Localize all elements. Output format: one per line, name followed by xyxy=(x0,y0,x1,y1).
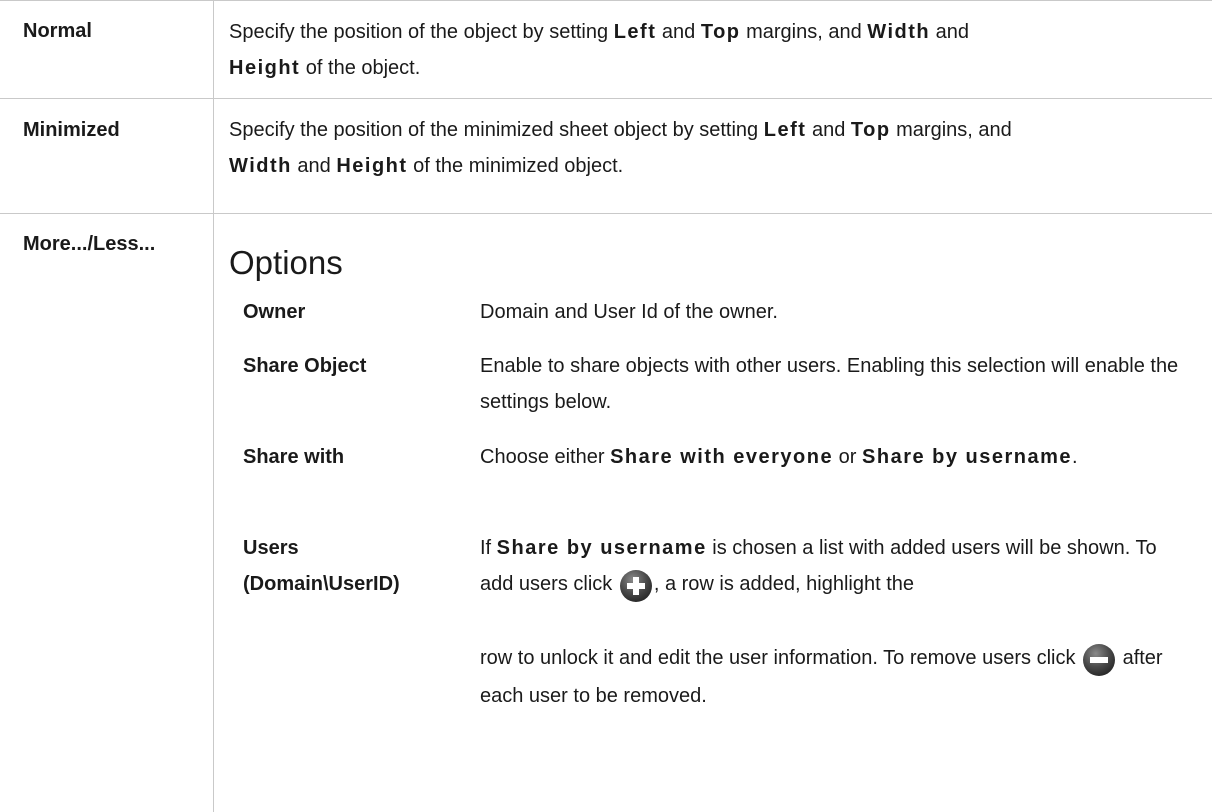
column-divider xyxy=(213,0,214,812)
add-circle-icon xyxy=(618,568,654,604)
option-desc-share-object: Enable to share objects with other users… xyxy=(480,355,1179,413)
keyword-width: Width xyxy=(867,21,931,43)
keyword-share-by-username: Share by username xyxy=(496,537,707,559)
row-label-more-less: More.../Less... xyxy=(23,233,156,255)
option-desc-owner: Domain and User Id of the owner. xyxy=(480,301,778,323)
keyword-share-with-everyone: Share with everyone xyxy=(610,446,834,468)
options-heading: Options xyxy=(229,244,343,281)
keyword-left: Left xyxy=(613,21,657,43)
keyword-top: Top xyxy=(850,119,891,141)
desc-text: of the object. xyxy=(300,57,421,79)
option-label-line: (Domain\UserID) xyxy=(243,573,400,595)
row-divider xyxy=(0,213,1212,214)
desc-text: and xyxy=(656,21,701,43)
desc-text: Specify the position of the object by se… xyxy=(229,21,614,43)
row-label-normal: Normal xyxy=(23,20,92,42)
desc-text: and xyxy=(806,119,851,141)
row-divider xyxy=(0,98,1212,99)
desc-text: and xyxy=(930,21,970,43)
desc-text: , a row is added, highlight the xyxy=(653,573,915,595)
keyword-share-by-username: Share by username xyxy=(862,446,1073,468)
desc-text: Choose either xyxy=(480,446,611,468)
desc-text: margins, and xyxy=(890,119,1012,141)
desc-text: of the minimized object. xyxy=(407,155,624,177)
desc-text: and xyxy=(291,155,337,177)
option-label-users: Users (Domain\UserID) xyxy=(243,530,400,602)
keyword-left: Left xyxy=(763,119,807,141)
row-description-normal: Specify the position of the object by se… xyxy=(229,14,1189,86)
option-label-share-with: Share with xyxy=(243,446,345,468)
keyword-height: Height xyxy=(229,57,301,79)
desc-text: margins, and xyxy=(740,21,868,43)
keyword-width: Width xyxy=(229,155,292,177)
option-label-owner: Owner xyxy=(243,301,306,323)
keyword-height: Height xyxy=(336,155,408,177)
row-label-minimized: Minimized xyxy=(23,119,120,141)
keyword-top: Top xyxy=(700,21,741,43)
option-label-share-object: Share Object xyxy=(243,355,367,377)
option-label-line: Users xyxy=(243,537,299,559)
desc-text: . xyxy=(1072,446,1078,468)
option-desc-share-with: Choose either Share with everyone or Sha… xyxy=(480,439,1195,475)
remove-circle-icon xyxy=(1081,642,1117,678)
desc-text: row to unlock it and edit the user infor… xyxy=(480,647,1082,669)
option-desc-users: If Share by username is chosen a list wi… xyxy=(480,530,1195,714)
desc-text: Specify the position of the minimized sh… xyxy=(229,119,764,141)
row-description-minimized: Specify the position of the minimized sh… xyxy=(229,112,1189,184)
desc-text: If xyxy=(480,537,497,559)
row-divider xyxy=(0,0,1212,1)
desc-text: or xyxy=(833,446,863,468)
